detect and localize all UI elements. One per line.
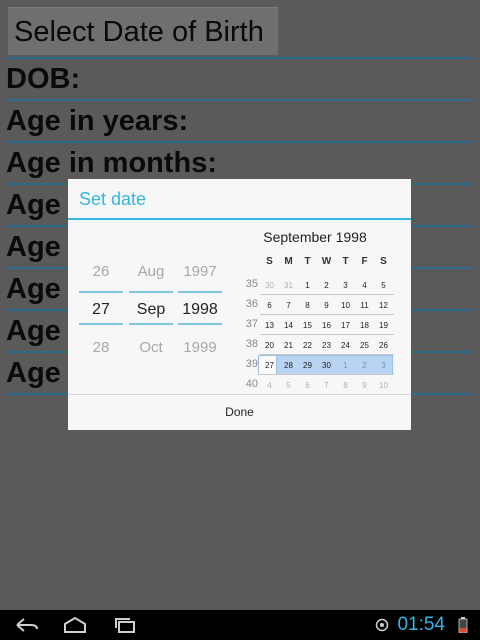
week-number: 35 xyxy=(245,278,258,290)
calendar-day[interactable]: 21 xyxy=(279,341,298,350)
age-months-label: Age in months: xyxy=(6,147,218,179)
calendar-day[interactable]: 2 xyxy=(355,361,374,370)
calendar-day[interactable]: 26 xyxy=(374,341,393,350)
calendar-day[interactable]: 6 xyxy=(298,381,317,390)
month-current[interactable]: Sep xyxy=(130,301,172,319)
spinner-bar xyxy=(178,323,222,325)
calendar-day[interactable]: 9 xyxy=(317,301,336,310)
dialog-title: Set date xyxy=(79,189,147,209)
day-prev[interactable]: 26 xyxy=(80,263,122,280)
age-years-field: Age in years: xyxy=(6,101,473,143)
week-divider xyxy=(260,374,394,375)
calendar-day[interactable]: 4 xyxy=(355,281,374,290)
calendar-day[interactable]: 10 xyxy=(374,381,393,390)
week-divider xyxy=(260,354,394,355)
dob-field: DOB: xyxy=(6,59,473,101)
day-current[interactable]: 27 xyxy=(80,301,122,319)
age-label-8: Age i xyxy=(6,357,77,389)
calendar-day[interactable]: 10 xyxy=(336,301,355,310)
calendar-day[interactable]: 23 xyxy=(317,341,336,350)
calendar-day[interactable]: 1 xyxy=(336,361,355,370)
calendar-day[interactable]: 30 xyxy=(317,361,336,370)
spinner-bar xyxy=(79,323,123,325)
calendar-day[interactable]: 3 xyxy=(336,281,355,290)
location-icon xyxy=(375,618,389,632)
calendar-day[interactable]: 17 xyxy=(336,321,355,330)
calendar-dow-label: T xyxy=(342,256,349,267)
year-next[interactable]: 1999 xyxy=(179,339,221,356)
calendar-day[interactable]: 30 xyxy=(260,281,279,290)
week-number: 37 xyxy=(245,318,258,330)
select-dob-button[interactable]: Select Date of Birth xyxy=(8,7,278,55)
spinner-bar xyxy=(79,291,123,293)
calendar-day[interactable]: 11 xyxy=(355,301,374,310)
calendar-day[interactable]: 20 xyxy=(260,341,279,350)
calendar-day[interactable]: 5 xyxy=(374,281,393,290)
week-divider xyxy=(260,294,394,295)
calendar-day[interactable]: 24 xyxy=(336,341,355,350)
calendar-day[interactable]: 13 xyxy=(260,321,279,330)
calendar-day[interactable]: 22 xyxy=(298,341,317,350)
year-current[interactable]: 1998 xyxy=(179,301,221,319)
title-divider xyxy=(68,218,411,220)
back-icon[interactable] xyxy=(14,616,40,634)
calendar-day[interactable]: 14 xyxy=(279,321,298,330)
calendar-day[interactable]: 6 xyxy=(260,301,279,310)
calendar-dow-label: S xyxy=(380,256,387,267)
calendar-dow-label: T xyxy=(304,256,311,267)
month-next[interactable]: Oct xyxy=(130,339,172,356)
calendar-day[interactable]: 1 xyxy=(298,281,317,290)
calendar-day[interactable]: 29 xyxy=(298,361,317,370)
battery-icon xyxy=(458,617,468,633)
age-years-label: Age in years: xyxy=(6,105,189,137)
calendar-day[interactable]: 8 xyxy=(336,381,355,390)
week-number: 38 xyxy=(245,338,258,350)
year-prev[interactable]: 1997 xyxy=(179,263,221,280)
calendar-day[interactable]: 5 xyxy=(279,381,298,390)
age-label-4: Age i xyxy=(6,189,77,221)
calendar-day[interactable]: 4 xyxy=(260,381,279,390)
week-number: 40 xyxy=(245,378,258,390)
navigation-bar: 01:54 xyxy=(0,610,480,640)
calendar-day[interactable]: 15 xyxy=(298,321,317,330)
month-prev[interactable]: Aug xyxy=(130,263,172,280)
calendar-dow-label: F xyxy=(361,256,368,267)
calendar-dow-label: W xyxy=(321,256,332,267)
calendar-day[interactable]: 7 xyxy=(279,301,298,310)
dob-label: DOB: xyxy=(6,63,81,95)
recent-apps-icon[interactable] xyxy=(113,616,139,634)
spinner-bar xyxy=(129,291,173,293)
age-label-7: Age i xyxy=(6,315,77,347)
home-icon[interactable] xyxy=(62,616,88,634)
calendar-day[interactable]: 18 xyxy=(355,321,374,330)
age-label-6: Age i xyxy=(6,273,77,305)
calendar-day[interactable]: 19 xyxy=(374,321,393,330)
calendar-day[interactable]: 8 xyxy=(298,301,317,310)
calendar-month-label: September 1998 xyxy=(263,229,367,245)
calendar-day[interactable]: 16 xyxy=(317,321,336,330)
week-divider xyxy=(260,334,394,335)
date-picker-dialog: Set date 26 27 28 Aug Sep Oct 1997 1998 … xyxy=(68,179,411,430)
calendar-day[interactable]: 7 xyxy=(317,381,336,390)
spinner-bar xyxy=(178,291,222,293)
calendar-day[interactable]: 12 xyxy=(374,301,393,310)
calendar-dow-label: S xyxy=(266,256,273,267)
calendar-day[interactable]: 28 xyxy=(279,361,298,370)
calendar-day[interactable]: 3 xyxy=(374,361,393,370)
status-clock: 01:54 xyxy=(397,614,445,635)
calendar-dow-label: M xyxy=(284,256,293,267)
calendar-day[interactable]: 25 xyxy=(355,341,374,350)
calendar-day[interactable]: 27 xyxy=(260,361,279,370)
week-divider xyxy=(260,314,394,315)
day-next[interactable]: 28 xyxy=(80,339,122,356)
week-number: 39 xyxy=(245,358,258,370)
age-label-5: Age i xyxy=(6,231,77,263)
week-number: 36 xyxy=(245,298,258,310)
spinner-bar xyxy=(129,323,173,325)
calendar-day[interactable]: 31 xyxy=(279,281,298,290)
calendar-day[interactable]: 9 xyxy=(355,381,374,390)
calendar-day[interactable]: 2 xyxy=(317,281,336,290)
done-button[interactable]: Done xyxy=(68,395,411,430)
